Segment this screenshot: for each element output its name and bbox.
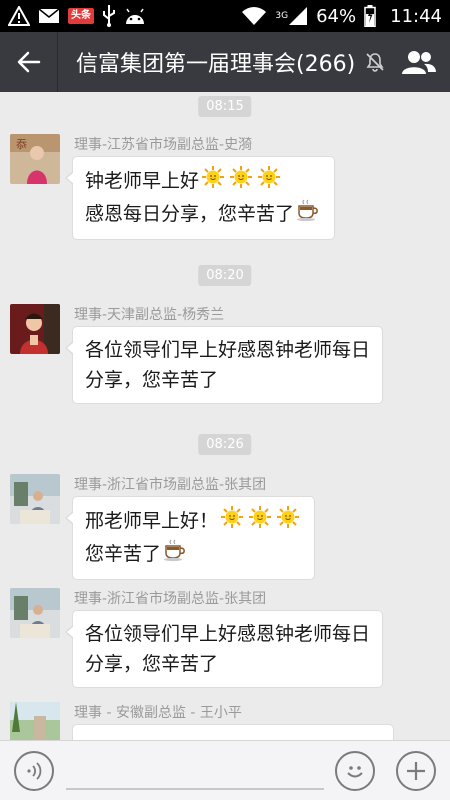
coffee-emoji-icon (163, 538, 187, 571)
avatar[interactable]: 忝 (10, 134, 60, 184)
message-text: 钟老师早上好 (85, 170, 200, 192)
time-divider: 08:20 (198, 265, 252, 286)
status-left-icons: 头条 (8, 5, 146, 27)
time-divider: 08:26 (198, 434, 252, 455)
warning-icon (8, 6, 30, 26)
message-line: 邢老师早上好！ (85, 505, 302, 538)
chat-header: 信富集团第一届理事会(266) (0, 32, 450, 92)
back-arrow-icon (17, 51, 40, 73)
sun-emoji-icon (201, 165, 225, 198)
emoji-button[interactable] (335, 751, 375, 791)
android-icon (124, 7, 146, 25)
cellular-signal-icon: 3G (275, 6, 308, 26)
sender-name: 理事 - 安徽副总监 - 王小平 (74, 705, 242, 721)
sender-name: 理事-天津副总监-杨秀兰 (74, 307, 225, 323)
back-button[interactable] (0, 32, 58, 92)
chat-input-bar (0, 740, 450, 800)
avatar[interactable] (10, 702, 60, 740)
coffee-emoji-icon (296, 198, 320, 231)
plus-icon (407, 762, 425, 780)
mute-notifications-icon (365, 52, 385, 72)
wifi-icon (241, 6, 267, 26)
message-bubble[interactable]: 各位领导们早上好感恩钟老师每日 分享，您辛苦了 (64, 326, 384, 404)
message-bubble[interactable]: 钟老师早上好 感恩每日分享，您辛苦了 (64, 156, 336, 240)
battery-icon (364, 5, 376, 27)
message-bubble[interactable] (65, 724, 394, 740)
sender-name: 理事-浙江省市场副总监-张其团 (74, 591, 267, 607)
time-divider: 08:15 (198, 96, 252, 117)
sun-emoji-icon (220, 505, 244, 538)
message-input-field[interactable] (66, 788, 324, 790)
message-line: 各位领导们早上好感恩钟老师每日 (85, 339, 371, 361)
message-line: 各位领导们早上好感恩钟老师每日 (85, 623, 371, 645)
voice-icon (27, 762, 42, 780)
more-options-button[interactable] (396, 751, 436, 791)
avatar[interactable] (10, 474, 60, 524)
smiley-icon (347, 766, 363, 778)
message-text: 感恩每日分享，您辛苦了 (85, 203, 295, 225)
voice-input-button[interactable] (14, 751, 54, 791)
group-members-icon (402, 51, 436, 74)
status-clock: 11:44 (390, 5, 442, 27)
status-bar: 头条 3G 64% 11:44 (0, 0, 450, 32)
message-bubble[interactable]: 邢老师早上好！ 您辛苦了 (64, 496, 316, 580)
message-line: 您辛苦了 (85, 538, 302, 571)
battery-percent: 64% (316, 5, 357, 27)
message-bubble[interactable]: 各位领导们早上好感恩钟老师每日 分享，您辛苦了 (64, 610, 384, 688)
message-line: 分享，您辛苦了 (85, 653, 219, 675)
sun-emoji-icon (257, 165, 281, 198)
usb-icon (102, 5, 116, 27)
sun-emoji-icon (248, 505, 272, 538)
message-text: 邢老师早上好！ (85, 510, 219, 532)
mail-icon (38, 8, 60, 24)
chat-message-list[interactable]: 08:15 忝 理事-江苏省市场副总监-史漪 钟老师早上好 感恩每日分享，您辛苦… (0, 92, 450, 740)
network-type-label: 3G (275, 11, 289, 21)
status-right-icons: 3G 64% 11:44 (241, 5, 442, 27)
sender-name: 理事-浙江省市场副总监-张其团 (74, 477, 267, 493)
sender-name: 理事-江苏省市场副总监-史漪 (74, 137, 253, 153)
svg-text:忝: 忝 (16, 138, 27, 151)
message-line: 钟老师早上好 (85, 165, 322, 198)
avatar[interactable] (10, 304, 60, 354)
group-members-button[interactable] (402, 46, 436, 78)
toutiao-icon: 头条 (68, 8, 94, 24)
message-text: 您辛苦了 (85, 543, 162, 565)
message-line: 感恩每日分享，您辛苦了 (85, 198, 322, 231)
avatar[interactable] (10, 588, 60, 638)
sun-emoji-icon (229, 165, 253, 198)
message-line: 分享，您辛苦了 (85, 369, 219, 391)
chat-title: 信富集团第一届理事会(266) (76, 52, 356, 77)
sun-emoji-icon (276, 505, 300, 538)
